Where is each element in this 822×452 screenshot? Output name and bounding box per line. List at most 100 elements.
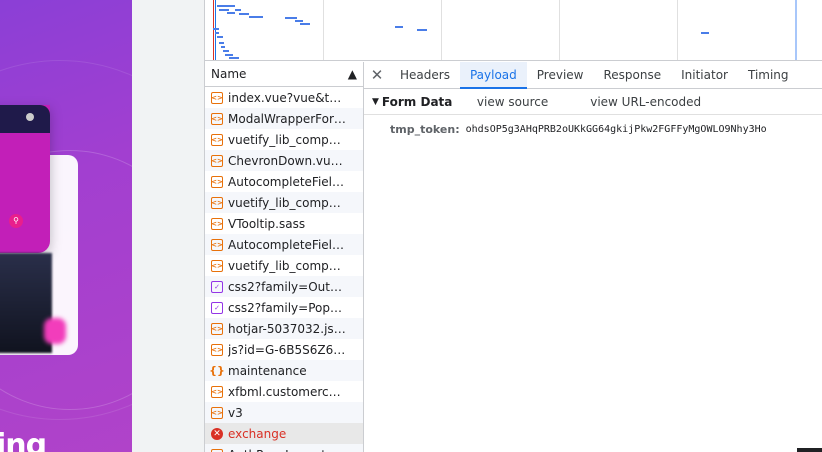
error-icon: ✕ [211,427,223,440]
request-row[interactable]: ✕ exchange [205,423,363,444]
stylesheet-icon: ✓ [211,301,223,314]
timeline-gridline [441,0,442,60]
request-name: hotjar-5037032.js?s... [228,321,348,336]
script-icon: <> [211,196,223,209]
timeline-request-bar [300,23,310,25]
request-row[interactable]: <> VTooltip.sass [205,213,363,234]
timeline-gridline [559,0,560,60]
request-row[interactable]: <> AutocompleteField.... [205,234,363,255]
form-data-row: tmp_token: ohdsOP5g3AHqPRB2oUKkGG64gkijP… [364,115,822,143]
script-icon: <> [211,343,223,356]
request-row[interactable]: <> vuetify_lib_compon... [205,255,363,276]
column-header-name[interactable]: Name ▲ [205,62,363,87]
page-gutter [132,0,204,452]
request-name: css2?family=Poppin... [228,300,348,315]
close-icon[interactable]: ✕ [364,66,390,84]
network-overview-timeline[interactable] [205,0,822,61]
request-row[interactable]: <> vuetify_lib_compon... [205,129,363,150]
request-name: ModalWrapperForE... [228,111,348,126]
pink-badge [44,318,66,344]
request-row[interactable]: {} maintenance [205,360,363,381]
request-detail-panel: ✕ Headers Payload Preview Response Initi… [364,61,822,452]
timeline-request-bar [295,20,303,22]
timeline-request-bar [219,9,229,11]
tab-response[interactable]: Response [593,62,671,89]
script-icon: <> [211,112,223,125]
request-name: maintenance [228,363,307,378]
request-name: ChevronDown.vue?... [228,153,348,168]
form-data-title: Form Data [381,94,453,109]
request-row[interactable]: <> AutocompleteField.... [205,171,363,192]
script-icon: <> [211,238,223,251]
timeline-request-bar [417,29,427,31]
timeline-request-bar [215,32,219,34]
tab-initiator[interactable]: Initiator [671,62,738,89]
request-row[interactable]: <> hotjar-5037032.js?s... [205,318,363,339]
timeline-request-bar [219,42,224,44]
request-row[interactable]: <> v3 [205,402,363,423]
timeline-request-bar [217,36,223,38]
request-row[interactable]: ✓ css2?family=Poppin... [205,297,363,318]
request-name: AuthPageLayout.vu... [228,448,348,452]
tab-headers[interactable]: Headers [390,62,460,89]
view-source-link[interactable]: view source [477,95,548,109]
timeline-request-bar [227,12,235,14]
form-field-value[interactable]: ohdsOP5g3AHqPRB2oUKkGG64gkijPkw2FGFFyMgO… [466,124,767,135]
request-name: xfbml.customerchat.js [228,384,348,399]
devtools-network-panel: Name ▲ <> index.vue?vue&type... <> ModalWra… [204,0,822,452]
phone-header [0,105,50,133]
script-icon: <> [211,154,223,167]
script-icon: <> [211,91,223,104]
form-field-key: tmp_token: [390,122,460,136]
request-name: AutocompleteField.... [228,174,348,189]
request-row[interactable]: <> xfbml.customerchat.js [205,381,363,402]
request-name: vuetify_lib_compon... [228,258,348,273]
load-event-line [213,0,214,60]
request-row[interactable]: ✓ css2?family=Outfit:... [205,276,363,297]
window-corner [797,448,822,452]
timeline-gridline [677,0,678,60]
request-row[interactable]: <> vuetify_lib_compon... [205,192,363,213]
page-preview: ⚲ ing [0,0,132,452]
request-name: VTooltip.sass [228,216,306,231]
timeline-request-bar [395,26,403,28]
script-icon: <> [211,406,223,419]
tab-timing[interactable]: Timing [738,62,799,89]
timeline-request-bar [221,46,225,48]
timeline-request-bar [249,16,263,18]
script-icon: <> [211,448,223,452]
request-row[interactable]: <> index.vue?vue&type... [205,87,363,108]
timeline-request-bar [217,5,235,7]
view-url-encoded-link[interactable]: view URL-encoded [590,95,701,109]
sort-ascending-icon[interactable]: ▲ [348,67,357,81]
request-name: css2?family=Outfit:... [228,279,348,294]
triangle-down-icon[interactable]: ▼ [372,97,379,107]
timeline-request-bar [239,13,249,15]
timeline-request-bar [225,54,233,56]
column-header-label: Name [211,67,247,81]
request-name: exchange [228,426,287,441]
request-row[interactable]: <> ChevronDown.vue?... [205,150,363,171]
request-rows: <> index.vue?vue&type... <> ModalWrapperFor… [205,87,363,452]
tab-preview[interactable]: Preview [527,62,594,89]
script-icon: <> [211,217,223,230]
script-icon: <> [211,175,223,188]
request-name: index.vue?vue&type... [228,90,348,105]
request-row[interactable]: <> ModalWrapperForE... [205,108,363,129]
avatar [26,113,34,121]
request-row[interactable]: <> AuthPageLayout.vu... [205,444,363,452]
request-name: vuetify_lib_compon... [228,132,348,147]
timeline-request-bar [229,57,239,59]
script-icon: <> [211,385,223,398]
request-name: v3 [228,405,243,420]
timeline-end-marker [795,0,797,60]
form-data-section-header[interactable]: ▼ Form Data view source view URL-encoded [364,89,822,115]
tab-payload[interactable]: Payload [459,61,527,89]
timeline-request-bar [235,9,241,11]
timeline-request-bar [223,50,229,52]
request-row[interactable]: <> js?id=G-6B5S6Z67Q... [205,339,363,360]
timeline-gridline [323,0,324,60]
detail-tabbar: ✕ Headers Payload Preview Response Initi… [364,61,822,89]
timeline-request-bar [213,28,219,30]
share-icon: ⚲ [9,214,23,228]
